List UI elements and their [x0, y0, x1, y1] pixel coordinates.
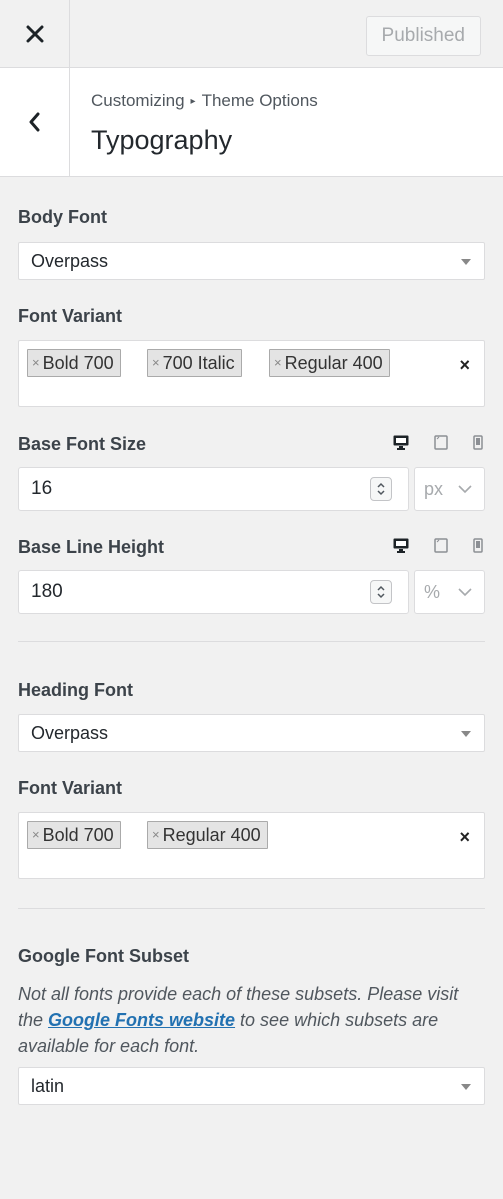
desktop-icon[interactable] [393, 538, 409, 558]
chevron-left-icon [29, 112, 39, 132]
base-font-size-input[interactable]: 16 [18, 467, 409, 511]
number-stepper-icon[interactable] [370, 477, 392, 501]
chevron-down-icon [458, 485, 472, 494]
variant-tag-label: Bold 700 [42, 353, 114, 373]
breadcrumb-parent: Customizing [91, 91, 185, 110]
google-font-subset-label: Google Font Subset [18, 946, 189, 966]
heading-font-label: Heading Font [18, 680, 133, 700]
base-font-size-label: Base Font Size [18, 434, 147, 454]
body-font-variant-multiselect[interactable]: × Bold 700 × 700 Italic × Regular 400 × [18, 340, 485, 407]
remove-tag-icon[interactable]: × [152, 350, 160, 376]
tablet-icon[interactable] [434, 435, 448, 455]
customizer-topbar: Published [0, 0, 503, 68]
base-line-height-input[interactable]: 180 [18, 570, 409, 614]
clear-all-icon[interactable]: × [459, 355, 470, 376]
breadcrumb: Customizing ▸ Theme Options [91, 91, 318, 111]
base-line-height-label: Base Line Height [18, 537, 165, 557]
dropdown-caret-icon [461, 259, 471, 265]
font-size-unit-select[interactable]: px [414, 467, 485, 511]
variant-tag: × Bold 700 [27, 821, 121, 849]
variant-tag-label: Bold 700 [42, 825, 114, 845]
device-switcher [393, 435, 483, 455]
device-switcher [393, 538, 483, 558]
body-font-value: Overpass [31, 251, 109, 271]
remove-tag-icon[interactable]: × [152, 822, 160, 848]
dropdown-caret-icon [461, 1084, 471, 1090]
breadcrumb-current: Theme Options [201, 91, 318, 110]
section-title: Typography [91, 125, 233, 155]
line-height-unit-value: % [424, 582, 441, 602]
variant-tag-label: 700 Italic [162, 353, 235, 373]
heading-font-value: Overpass [31, 723, 109, 743]
published-button[interactable]: Published [365, 16, 481, 56]
remove-tag-icon[interactable]: × [32, 822, 40, 848]
body-font-select[interactable]: Overpass [18, 242, 485, 280]
line-height-unit-select[interactable]: % [414, 570, 485, 614]
font-size-unit-value: px [424, 479, 444, 499]
base-line-height-value: 180 [31, 581, 63, 602]
clear-all-icon[interactable]: × [459, 827, 470, 848]
variant-tag-label: Regular 400 [162, 825, 261, 845]
google-font-subset-select[interactable]: latin [18, 1067, 485, 1105]
variant-tag: × Regular 400 [269, 349, 390, 377]
tablet-icon[interactable] [434, 538, 448, 558]
body-font-variant-label: Font Variant [18, 306, 123, 326]
number-stepper-icon[interactable] [370, 580, 392, 604]
desktop-icon[interactable] [393, 435, 409, 455]
remove-tag-icon[interactable]: × [274, 350, 282, 376]
variant-tag: × Regular 400 [147, 821, 268, 849]
heading-font-variant-multiselect[interactable]: × Bold 700 × Regular 400 × [18, 812, 485, 879]
mobile-icon[interactable] [473, 538, 483, 558]
back-button[interactable] [0, 68, 70, 176]
dropdown-caret-icon [461, 731, 471, 737]
remove-tag-icon[interactable]: × [32, 350, 40, 376]
variant-tag-label: Regular 400 [284, 353, 383, 373]
section-divider [18, 908, 485, 909]
heading-font-select[interactable]: Overpass [18, 714, 485, 752]
close-icon [26, 25, 43, 43]
variant-tag: × Bold 700 [27, 349, 121, 377]
section-header: Customizing ▸ Theme Options Typography [0, 68, 503, 177]
mobile-icon[interactable] [473, 435, 483, 455]
variant-tag: × 700 Italic [147, 349, 242, 377]
heading-font-variant-label: Font Variant [18, 778, 123, 798]
breadcrumb-separator-icon: ▸ [190, 95, 196, 107]
subset-description: Not all fonts provide each of these subs… [18, 981, 488, 1059]
close-customizer-button[interactable] [0, 0, 70, 68]
base-font-size-value: 16 [31, 478, 53, 499]
chevron-down-icon [458, 588, 472, 597]
google-fonts-link[interactable]: Google Fonts website [48, 1010, 235, 1030]
google-font-subset-value: latin [31, 1076, 65, 1096]
body-font-label: Body Font [18, 207, 107, 227]
section-divider [18, 641, 485, 642]
